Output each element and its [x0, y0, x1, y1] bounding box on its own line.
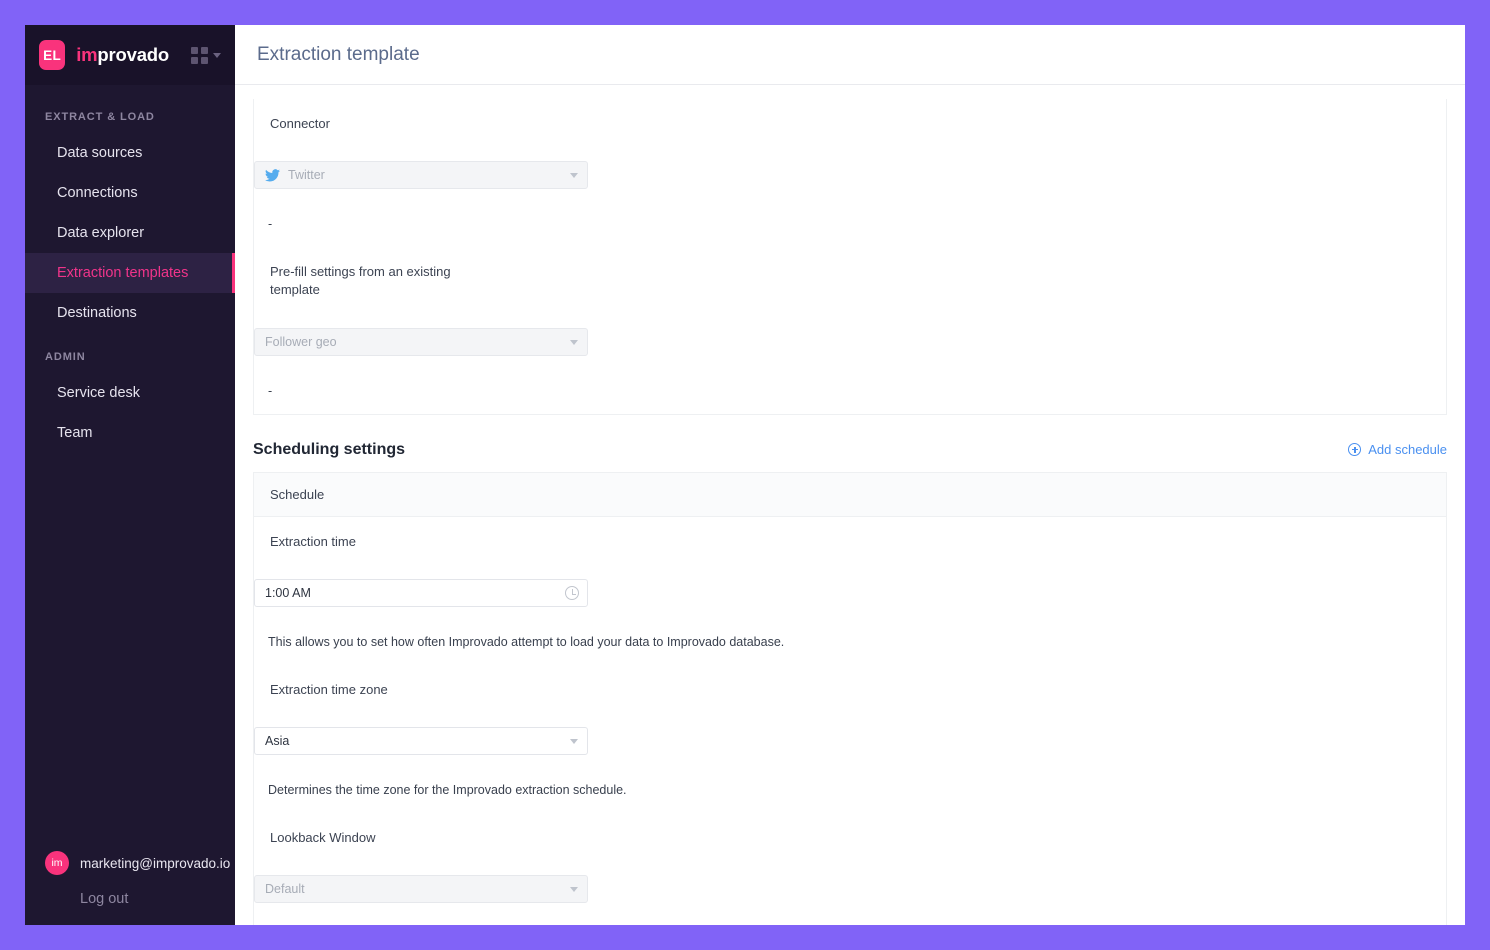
logout-button[interactable]: Log out: [25, 891, 235, 907]
sidebar-item-label: Destinations: [57, 305, 137, 321]
topbar: Extraction template: [235, 25, 1465, 85]
plus-circle-icon: [1348, 443, 1361, 456]
row-control: Asia: [254, 715, 606, 767]
row-label: Extraction time: [254, 517, 491, 567]
table-row-extraction-time: Extraction time 1:00 AM This allows you …: [254, 517, 1446, 665]
brand-header: EL improvado: [25, 25, 235, 85]
row-label: Extraction time zone: [254, 665, 491, 715]
sidebar-item-extraction-templates[interactable]: Extraction templates: [25, 253, 235, 293]
table-row-connector: Connector Twitter -: [254, 99, 1446, 247]
table-row-extraction-time-zone: Extraction time zone Asia Determines the…: [254, 665, 1446, 813]
row-control: Default: [254, 863, 606, 915]
connector-select[interactable]: Twitter: [254, 161, 588, 189]
scheduling-section-header: Scheduling settings Add schedule: [253, 441, 1447, 459]
chevron-down-icon: [570, 340, 578, 345]
prefill-template-select[interactable]: Follower geo: [254, 328, 588, 356]
brand-badge: EL: [39, 40, 65, 70]
row-description: Determines the time zone for the Improva…: [254, 767, 1446, 813]
scheduling-title: Scheduling settings: [253, 441, 405, 459]
chevron-down-icon: [570, 887, 578, 892]
row-label: Connector: [254, 99, 491, 149]
chevron-down-icon: [570, 173, 578, 178]
scheduling-table: Schedule Extraction time 1:00 AM This al…: [253, 472, 1447, 925]
row-control: Twitter: [254, 149, 606, 201]
brand-name-prefix: im: [76, 44, 97, 65]
sidebar-item-service-desk[interactable]: Service desk: [25, 373, 235, 413]
main-area: Extraction template Connector Twitter: [235, 25, 1465, 925]
row-control: Follower geo: [254, 316, 606, 368]
user-account-row[interactable]: im marketing@improvado.io: [25, 846, 235, 880]
sidebar: EL improvado EXTRACT & LOAD Data sources…: [25, 25, 235, 925]
extraction-time-value: 1:00 AM: [265, 586, 311, 600]
sidebar-item-connections[interactable]: Connections: [25, 173, 235, 213]
user-email: marketing@improvado.io: [80, 856, 230, 871]
sidebar-item-label: Team: [57, 425, 92, 441]
extraction-time-zone-value: Asia: [265, 734, 289, 748]
lookback-window-value: Default: [265, 882, 305, 896]
brand-name: improvado: [76, 44, 169, 66]
lookback-window-select[interactable]: Default: [254, 875, 588, 903]
sidebar-item-data-explorer[interactable]: Data explorer: [25, 213, 235, 253]
app-switcher-button[interactable]: [191, 47, 221, 64]
sidebar-item-label: Data explorer: [57, 225, 144, 241]
row-description: -: [254, 915, 1446, 925]
table-row-prefill: Pre-fill settings from an existing templ…: [254, 247, 1446, 413]
page-title: Extraction template: [257, 44, 420, 66]
sidebar-item-label: Connections: [57, 185, 138, 201]
connector-select-value: Twitter: [288, 168, 325, 182]
scheduling-table-header: Schedule: [254, 473, 1446, 517]
grid-apps-icon: [191, 47, 208, 64]
sidebar-footer: im marketing@improvado.io Log out: [25, 846, 235, 925]
page-content: Connector Twitter - Pre-fill settings: [235, 85, 1465, 925]
sidebar-item-label: Service desk: [57, 385, 140, 401]
row-description: -: [254, 368, 1446, 414]
sidebar-item-destinations[interactable]: Destinations: [25, 293, 235, 333]
connector-settings-table: Connector Twitter - Pre-fill settings: [253, 99, 1447, 415]
sidebar-item-label: Data sources: [57, 145, 142, 161]
row-description: This allows you to set how often Improva…: [254, 619, 1446, 665]
row-description: -: [254, 201, 1446, 247]
app-window: EL improvado EXTRACT & LOAD Data sources…: [25, 25, 1465, 925]
sidebar-nav: EXTRACT & LOAD Data sources Connections …: [25, 85, 235, 846]
row-label: Lookback Window: [254, 813, 491, 863]
row-label: Pre-fill settings from an existing templ…: [254, 247, 491, 315]
nav-section-label-extract-load: EXTRACT & LOAD: [25, 103, 235, 133]
extraction-time-input[interactable]: 1:00 AM: [254, 579, 588, 607]
row-control: 1:00 AM: [254, 567, 606, 619]
add-schedule-label: Add schedule: [1368, 442, 1447, 457]
sidebar-item-label: Extraction templates: [57, 265, 188, 281]
chevron-down-icon: [570, 739, 578, 744]
add-schedule-button[interactable]: Add schedule: [1348, 442, 1447, 457]
prefill-template-select-value: Follower geo: [265, 335, 337, 349]
chevron-down-icon: [213, 53, 221, 58]
twitter-icon: [265, 169, 280, 182]
table-row-lookback-window: Lookback Window Default -: [254, 813, 1446, 925]
sidebar-item-team[interactable]: Team: [25, 413, 235, 453]
clock-icon: [565, 586, 579, 600]
brand-name-suffix: provado: [97, 44, 169, 65]
sidebar-item-data-sources[interactable]: Data sources: [25, 133, 235, 173]
nav-section-label-admin: ADMIN: [25, 333, 235, 373]
extraction-time-zone-select[interactable]: Asia: [254, 727, 588, 755]
avatar: im: [45, 851, 69, 875]
